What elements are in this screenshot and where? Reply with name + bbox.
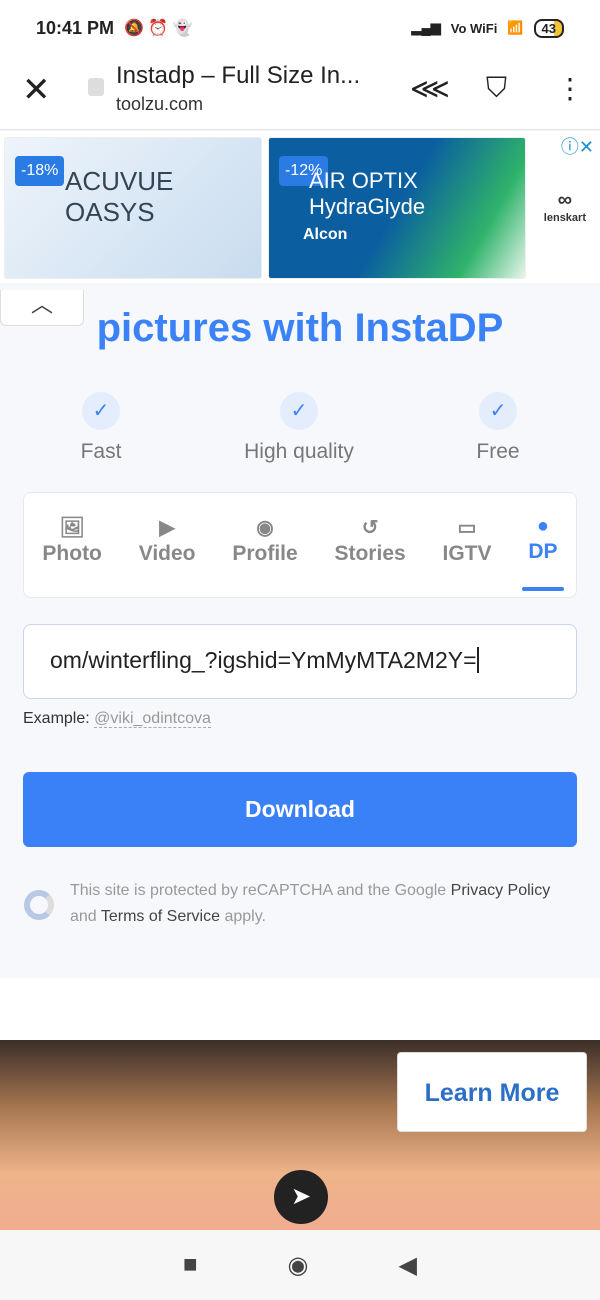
system-nav-bar: ■ ◉ ◀ <box>0 1230 600 1300</box>
feature-quality: ✓ High quality <box>229 392 369 464</box>
spacer <box>0 978 600 1040</box>
media-type-tabs: 🖼 Photo ▶ Video ◉ Profile ↺ Stories ▭ IGTV ● D… <box>23 492 577 598</box>
history-icon: ↺ <box>361 517 379 539</box>
product-brand: ACUVUE OASYS <box>65 166 174 227</box>
user-icon: ● <box>536 515 549 537</box>
close-icon[interactable]: ✕ <box>22 70 51 110</box>
wifi-label: Vo WiFi <box>450 20 498 36</box>
learn-more-button[interactable]: Learn More <box>397 1052 587 1132</box>
home-icon[interactable]: ◉ <box>288 1251 309 1280</box>
feature-free: ✓ Free <box>428 392 568 464</box>
clock: 10:41 PM <box>36 17 115 38</box>
terms-link[interactable]: Terms of Service <box>101 908 220 925</box>
tab-stories[interactable]: ↺ Stories <box>334 515 405 597</box>
ad-banner-bottom[interactable]: Learn More ➤ <box>0 1040 600 1230</box>
location-pin-icon: ➤ <box>274 1170 328 1224</box>
feature-fast: ✓ Fast <box>31 392 171 464</box>
browser-toolbar: ✕ Instadp – Full Size In... toolzu.com ⋘… <box>0 56 600 130</box>
bookmark-icon[interactable]: ⛉ <box>486 72 507 105</box>
url-input[interactable]: om/winterfling_?igshid=YmMyMTA2M2Y= <box>23 624 577 699</box>
ad-product-airoptix[interactable]: -12% AIR OPTIX HydraGlyde Alcon <box>268 137 526 279</box>
signal-icon: ▂▄▆ <box>411 20 441 35</box>
hero-title: pictures with InstaDP <box>96 306 504 350</box>
wifi-icon: 📶 <box>507 20 524 35</box>
user-circle-icon: ◉ <box>256 517 274 539</box>
check-icon: ✓ <box>82 392 120 430</box>
status-bar: 10:41 PM 🔕 ⏰ 👻 ▂▄▆ Vo WiFi 📶 43 <box>0 0 600 56</box>
advertiser-logo: ∞ lenskart <box>543 189 586 224</box>
recaptcha-notice: This site is protected by reCAPTCHA and … <box>70 882 551 925</box>
example-hint: Example: @viki_odintcova <box>23 710 211 728</box>
ad-info-close-icon[interactable]: ⓘ✕ <box>561 133 594 159</box>
ad-banner-top[interactable]: -18% ACUVUE OASYS -12% AIR OPTIX HydraGl… <box>0 131 600 283</box>
back-icon[interactable]: ◀ <box>398 1251 416 1280</box>
notification-icons: 🔕 ⏰ 👻 <box>124 20 193 37</box>
example-link[interactable]: @viki_odintcova <box>94 710 211 728</box>
page-domain: toolzu.com <box>116 94 204 114</box>
tab-video[interactable]: ▶ Video <box>139 515 196 597</box>
tab-photo[interactable]: 🖼 Photo <box>42 515 101 597</box>
product-brand: AIR OPTIX HydraGlyde <box>309 168 426 219</box>
tab-igtv[interactable]: ▭ IGTV <box>443 515 492 597</box>
download-button[interactable]: Download <box>23 772 577 847</box>
ad-product-acuvue[interactable]: -18% ACUVUE OASYS <box>4 137 262 279</box>
recaptcha-icon <box>24 890 54 920</box>
product-maker: Alcon <box>303 226 348 243</box>
image-icon: 🖼 <box>59 517 85 539</box>
page-title: Instadp – Full Size In... <box>116 62 361 89</box>
tab-dp[interactable]: ● DP <box>522 515 564 597</box>
battery-icon: 43 <box>533 18 564 38</box>
discount-badge: -18% <box>15 156 65 186</box>
more-icon[interactable]: ⋮ <box>556 72 584 105</box>
check-icon: ✓ <box>280 392 318 430</box>
tab-profile[interactable]: ◉ Profile <box>232 515 297 597</box>
lock-icon <box>88 78 104 96</box>
check-icon: ✓ <box>479 392 517 430</box>
recents-icon[interactable]: ■ <box>183 1251 198 1279</box>
share-icon[interactable]: ⋘ <box>410 72 450 105</box>
privacy-link[interactable]: Privacy Policy <box>451 882 551 899</box>
play-icon: ▶ <box>159 517 175 539</box>
tv-icon: ▭ <box>457 517 477 539</box>
